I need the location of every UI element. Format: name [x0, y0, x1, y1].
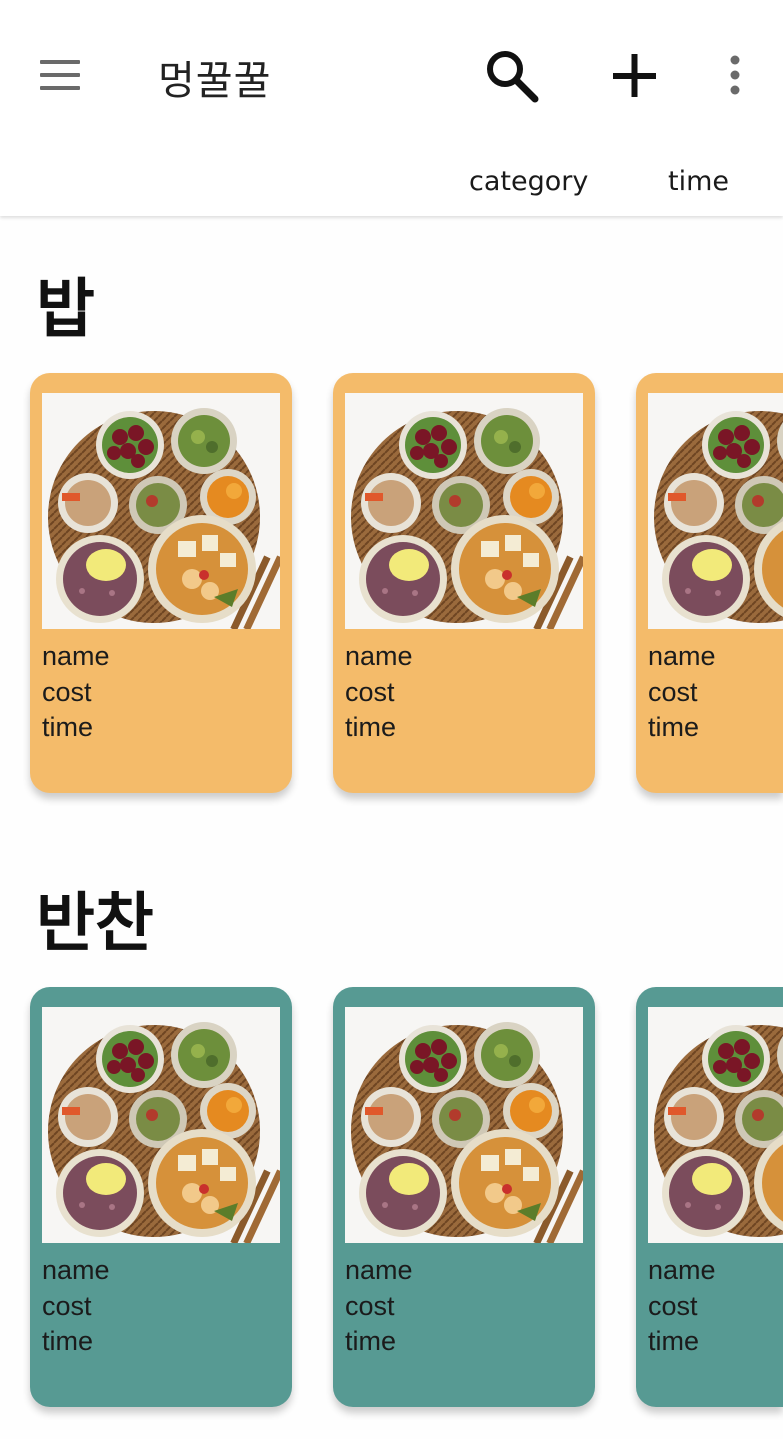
app-title: 멍꿀꿀	[158, 58, 272, 104]
card-cost: cost	[648, 676, 698, 707]
app-bar: 멍꿀꿀 category time	[0, 0, 783, 216]
more-vert-icon[interactable]	[720, 50, 750, 102]
filter-time[interactable]: time	[668, 166, 729, 197]
card-time: time	[648, 1326, 700, 1356]
card-cost: cost	[345, 676, 395, 707]
card-name: name	[345, 1255, 413, 1285]
card-name: name	[42, 1255, 110, 1285]
hamburger-menu-icon[interactable]	[38, 58, 82, 92]
food-image	[648, 1007, 783, 1243]
card-time: time	[648, 712, 700, 742]
card-time: time	[42, 1326, 94, 1356]
card-cost: cost	[42, 676, 92, 707]
card-time: time	[345, 712, 397, 742]
food-image	[345, 1007, 583, 1243]
section-title-side-dish: 반찬	[36, 887, 154, 961]
card-time: time	[42, 712, 94, 742]
recipe-card[interactable]: name cost time	[333, 987, 595, 1407]
food-image	[42, 393, 280, 629]
card-time: time	[345, 1326, 397, 1356]
recipe-card[interactable]: name cost time	[333, 373, 595, 793]
food-image	[345, 393, 583, 629]
recipe-card[interactable]: name cost time	[30, 373, 292, 793]
card-name: name	[345, 641, 413, 671]
section-title-rice: 밥	[36, 273, 95, 347]
card-name: name	[42, 641, 110, 671]
card-name: name	[648, 1255, 716, 1285]
food-image	[648, 393, 783, 629]
food-image	[42, 1007, 280, 1243]
card-cost: cost	[345, 1290, 395, 1321]
recipe-card[interactable]: name cost time	[636, 987, 783, 1407]
card-name: name	[648, 641, 716, 671]
filter-category[interactable]: category	[469, 166, 588, 197]
search-icon[interactable]	[482, 46, 542, 106]
card-cost: cost	[648, 1290, 698, 1321]
plus-icon[interactable]	[608, 48, 664, 104]
recipe-card[interactable]: name cost time	[636, 373, 783, 793]
card-cost: cost	[42, 1290, 92, 1321]
recipe-card[interactable]: name cost time	[30, 987, 292, 1407]
